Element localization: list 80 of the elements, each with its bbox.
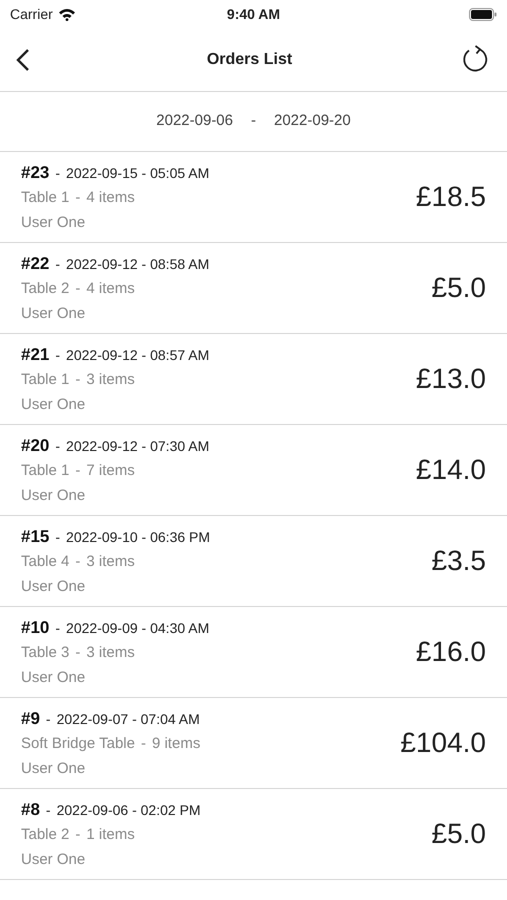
separator: - — [75, 370, 80, 390]
separator: - — [75, 552, 80, 572]
user-name: User One — [21, 758, 86, 779]
start-date[interactable]: 2022-09-06 — [156, 110, 233, 133]
order-number: #9 — [21, 708, 40, 730]
order-total: £14.0 — [416, 453, 486, 487]
date-separator: - — [251, 111, 256, 132]
order-datetime: 2022-09-15 - 05:05 AM — [66, 164, 210, 183]
page-title: Orders List — [206, 50, 292, 70]
table-name: Soft Bridge Table — [21, 734, 135, 754]
order-row[interactable]: #23 - 2022-09-15 - 05:05 AM Table 1 - 4 items User One £18.5 — [0, 152, 507, 243]
order-row[interactable]: #10 - 2022-09-09 - 04:30 AM Table 3 - 3 items User One £16.0 — [0, 607, 507, 698]
item-count: 9 items — [152, 734, 200, 754]
separator: - — [55, 346, 60, 365]
order-row[interactable]: #15 - 2022-09-10 - 06:36 PM Table 4 - 3 items User One £3.5 — [0, 516, 507, 607]
battery-icon — [468, 8, 497, 20]
order-number: #20 — [21, 434, 50, 457]
table-name: Table 1 — [21, 461, 70, 482]
separator: - — [55, 254, 60, 274]
separator: - — [55, 164, 60, 183]
separator: - — [55, 436, 60, 456]
order-row[interactable]: #21 - 2022-09-12 - 08:57 AM Table 1 - 3 items User One £13.0 — [0, 334, 507, 425]
user-name: User One — [21, 304, 86, 324]
item-count: 4 items — [86, 188, 135, 208]
order-row[interactable]: #9 - 2022-09-07 - 07:04 AM Soft Bridge Table - 9 items User One £104.0 — [0, 698, 507, 789]
order-datetime: 2022-09-10 - 06:36 PM — [66, 528, 210, 547]
user-name: User One — [21, 486, 86, 506]
clock-time: 9:40 AM — [226, 4, 280, 24]
item-count: 3 items — [86, 643, 135, 664]
order-number: #22 — [21, 252, 50, 275]
separator: - — [46, 710, 51, 729]
table-name: Table 2 — [21, 279, 70, 300]
user-name: User One — [21, 576, 86, 597]
order-total: £5.0 — [432, 817, 486, 851]
order-total: £3.5 — [432, 544, 486, 578]
separator: - — [55, 618, 60, 638]
order-datetime: 2022-09-12 - 08:57 AM — [66, 346, 210, 365]
separator: - — [75, 279, 80, 300]
separator: - — [75, 643, 80, 664]
table-name: Table 3 — [21, 643, 70, 664]
separator: - — [75, 461, 80, 482]
table-name: Table 1 — [21, 188, 70, 208]
order-row[interactable]: #8 - 2022-09-06 - 02:02 PM Table 2 - 1 items User One £5.0 — [0, 789, 507, 880]
item-count: 7 items — [86, 461, 135, 482]
order-total: £5.0 — [432, 271, 486, 305]
order-total: £16.0 — [416, 635, 486, 669]
table-name: Table 2 — [21, 825, 70, 846]
order-number: #8 — [21, 798, 40, 821]
order-row[interactable]: #22 - 2022-09-12 - 08:58 AM Table 2 - 4 items User One £5.0 — [0, 243, 507, 334]
item-count: 4 items — [86, 279, 135, 300]
order-number: #15 — [21, 526, 50, 548]
user-name: User One — [21, 668, 86, 688]
order-datetime: 2022-09-06 - 02:02 PM — [56, 800, 201, 820]
item-count: 3 items — [86, 370, 135, 390]
order-total: £18.5 — [416, 180, 486, 214]
end-date[interactable]: 2022-09-20 — [274, 110, 351, 133]
item-count: 1 items — [86, 825, 135, 846]
wifi-icon — [58, 8, 76, 20]
order-number: #23 — [21, 162, 50, 184]
separator: - — [75, 825, 80, 846]
user-name: User One — [21, 394, 86, 415]
user-name: User One — [21, 850, 86, 870]
order-total: £13.0 — [416, 362, 486, 396]
order-number: #10 — [21, 616, 50, 639]
order-datetime: 2022-09-07 - 07:04 AM — [56, 710, 200, 729]
user-name: User One — [21, 212, 86, 233]
separator: - — [75, 188, 80, 208]
order-row[interactable]: #20 - 2022-09-12 - 07:30 AM Table 1 - 7 items User One £14.0 — [0, 425, 507, 516]
table-name: Table 4 — [21, 552, 70, 572]
order-total: £104.0 — [400, 726, 486, 760]
order-datetime: 2022-09-12 - 08:58 AM — [66, 254, 210, 274]
separator: - — [46, 800, 51, 820]
separator: - — [140, 734, 146, 754]
separator: - — [55, 528, 60, 547]
order-datetime: 2022-09-09 - 04:30 AM — [66, 618, 210, 638]
table-name: Table 1 — [21, 370, 70, 390]
order-number: #21 — [21, 344, 50, 366]
carrier-label: Carrier — [10, 4, 53, 24]
order-datetime: 2022-09-12 - 07:30 AM — [66, 436, 210, 456]
item-count: 3 items — [86, 552, 135, 572]
